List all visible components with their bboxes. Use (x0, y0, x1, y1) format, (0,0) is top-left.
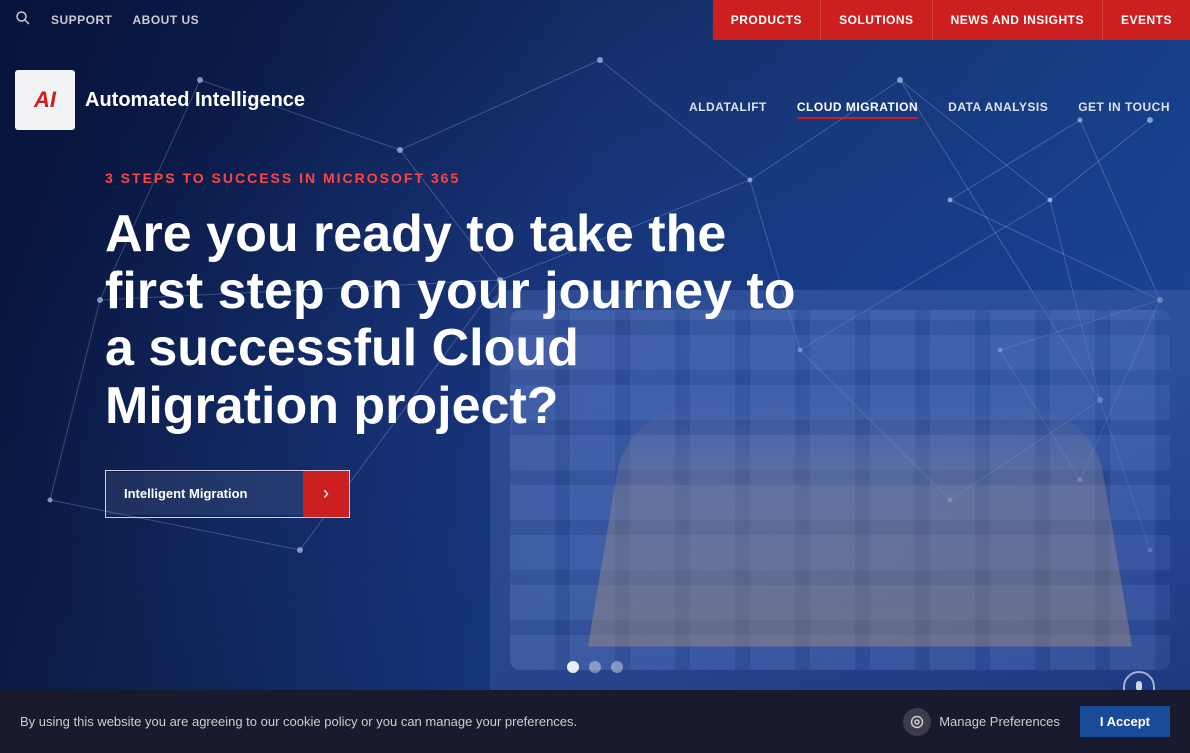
secondary-navbar: ALDATALIFT CLOUD MIGRATION DATA ANALYSIS… (689, 100, 1170, 119)
top-navbar: SUPPORT ABOUT US PRODUCTS SOLUTIONS NEWS… (0, 0, 1190, 40)
search-icon[interactable] (15, 10, 31, 30)
top-nav-right: PRODUCTS SOLUTIONS NEWS AND INSIGHTS EVE… (713, 0, 1190, 40)
cta-arrow-icon: › (303, 471, 349, 517)
hero-title: Are you ready to take the first step on … (105, 206, 825, 435)
about-us-link[interactable]: ABOUT US (133, 13, 200, 27)
cloud-migration-link[interactable]: CLOUD MIGRATION (797, 100, 918, 119)
slide-dot-1[interactable] (567, 661, 579, 673)
products-button[interactable]: PRODUCTS (713, 0, 821, 40)
accept-button[interactable]: I Accept (1080, 706, 1170, 737)
slide-dot-3[interactable] (611, 661, 623, 673)
slide-dot-2[interactable] (589, 661, 601, 673)
support-link[interactable]: SUPPORT (51, 13, 113, 27)
events-button[interactable]: EVENTS (1103, 0, 1190, 40)
logo-area[interactable]: AI Automated Intelligence (15, 70, 305, 130)
logo-icon: AI (15, 70, 75, 130)
data-analysis-link[interactable]: DATA ANALYSIS (948, 100, 1048, 119)
preferences-icon (903, 708, 931, 736)
logo-text: Automated Intelligence (85, 88, 305, 113)
aldatalift-link[interactable]: ALDATALIFT (689, 100, 767, 119)
manage-preferences-button[interactable]: Manage Preferences (903, 708, 1060, 736)
solutions-button[interactable]: SOLUTIONS (821, 0, 933, 40)
hero-content: 3 STEPS TO SUCCESS IN MICROSOFT 365 Are … (105, 170, 825, 518)
cta-button[interactable]: Intelligent Migration › (105, 470, 350, 518)
cookie-message: By using this website you are agreeing t… (20, 714, 883, 729)
get-in-touch-link[interactable]: GET IN TOUCH (1078, 100, 1170, 119)
top-nav-left: SUPPORT ABOUT US (0, 10, 713, 30)
news-insights-button[interactable]: NEWS AND INSIGHTS (933, 0, 1103, 40)
manage-preferences-label: Manage Preferences (939, 714, 1060, 729)
hero-subtitle: 3 STEPS TO SUCCESS IN MICROSOFT 365 (105, 170, 825, 186)
cookie-bar: By using this website you are agreeing t… (0, 690, 1190, 753)
cta-label: Intelligent Migration (106, 472, 303, 515)
slide-dots (567, 661, 623, 673)
